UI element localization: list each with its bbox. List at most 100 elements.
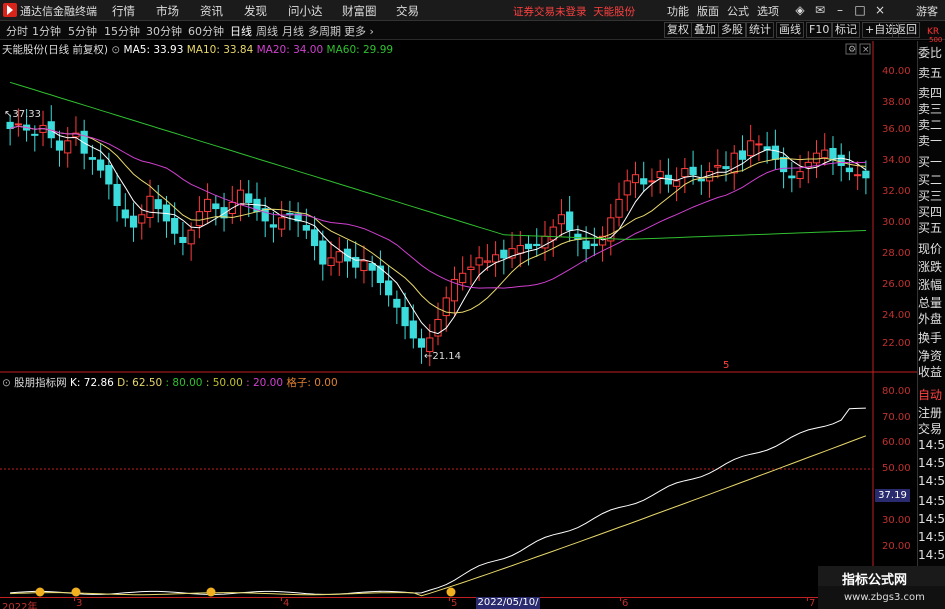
candle-body <box>821 149 829 159</box>
candle-body <box>673 180 681 187</box>
candle-body <box>862 170 870 179</box>
price-tick: 32.00 <box>882 186 911 197</box>
candle-body <box>302 225 310 231</box>
side-label-item: 卖五 <box>918 66 943 80</box>
candle-body <box>220 207 228 219</box>
candle-body <box>854 174 862 177</box>
candle-body <box>631 174 640 184</box>
candle-body <box>195 211 203 227</box>
side-label-item: 净资 <box>918 349 943 363</box>
candle-body <box>310 229 319 247</box>
grid-value: 格子: 0.00 <box>286 377 338 389</box>
candle-body <box>566 211 574 231</box>
event-marker[interactable]: 5 <box>723 360 729 371</box>
guest-label[interactable]: 游客 <box>916 3 938 19</box>
candle-body <box>236 189 245 206</box>
candle-body <box>64 140 72 154</box>
kline-chart[interactable]: ⚙ × <box>0 0 917 609</box>
candle-body <box>269 224 278 228</box>
side-label-item: 卖一 <box>918 134 943 148</box>
side-label-item: 买四 <box>918 205 943 219</box>
price-tick: 24.00 <box>882 310 911 321</box>
signal-dot <box>446 587 456 597</box>
candle-body <box>730 152 738 174</box>
candle-body <box>146 195 154 218</box>
side-label-item: 交易 <box>918 422 943 436</box>
candle-body <box>829 147 837 160</box>
price-tick: 34.00 <box>882 155 911 166</box>
candle-body <box>500 249 508 259</box>
side-label-item: 注册 <box>918 406 943 420</box>
candle-body <box>343 248 352 262</box>
side-label-item: 总量 <box>918 296 943 310</box>
signal-dot <box>35 587 45 597</box>
candle-body <box>533 243 541 247</box>
candle-body <box>335 251 343 263</box>
signal-dot <box>206 587 216 597</box>
date-month-5: 5 <box>451 598 458 609</box>
date-month-7: 7 <box>809 598 816 609</box>
k-line <box>10 407 866 595</box>
indicator-toggle-icon: ⊙ <box>2 377 11 389</box>
indicator-tick: 30.00 <box>882 515 911 526</box>
side-label-item: 委比 <box>918 46 943 60</box>
price-tick: 30.00 <box>882 217 911 228</box>
candle-body <box>615 198 623 218</box>
candle-body <box>467 266 475 271</box>
candle-body <box>401 307 409 327</box>
chart-info-line: 天能股份(日线 前复权) ⊙ MA5: 33.93 MA10: 33.84 MA… <box>2 42 393 57</box>
candle-body <box>154 199 162 210</box>
candle-body <box>796 171 804 180</box>
date-month-3: 3 <box>76 598 83 609</box>
candle-body <box>417 338 426 348</box>
candle-body <box>426 337 434 353</box>
candle-body <box>327 257 335 267</box>
side-label-item: 卖二 <box>918 118 943 132</box>
candle-body <box>582 240 590 250</box>
side-label-item: 收益 <box>918 365 943 379</box>
ma20-line <box>9 125 866 289</box>
side-label-item: 14:50 <box>918 456 945 470</box>
indicator-tick: 80.00 <box>882 386 911 397</box>
chart-controls[interactable]: ⚙ × <box>845 43 871 55</box>
candle-body <box>516 245 524 254</box>
ma10-value: MA10: 33.84 <box>186 44 254 56</box>
watermark-url: www.zbgs3.com <box>844 592 925 603</box>
signal-dot <box>71 587 81 597</box>
candle-body <box>129 215 138 228</box>
side-label-item: 换手 <box>918 331 943 345</box>
candle-body <box>459 272 467 284</box>
date-axis <box>0 597 873 609</box>
d-line <box>10 435 867 597</box>
candle-body <box>179 236 187 243</box>
indicator-lines <box>10 407 867 597</box>
stock-title: 天能股份(日线 前复权) <box>2 44 109 56</box>
candle-body <box>368 263 376 271</box>
candle-body <box>681 168 689 178</box>
date-month-4: 4 <box>283 598 290 609</box>
candle-body <box>80 130 88 154</box>
level-80: : 80.00 <box>165 377 203 389</box>
candle-body <box>557 214 566 225</box>
candle-body <box>475 257 483 266</box>
side-label-item: 现价 <box>918 242 943 256</box>
price-tick: 36.00 <box>882 124 911 135</box>
side-label-item: 卖四 <box>918 86 943 100</box>
candle-body <box>278 217 286 230</box>
candle-body <box>771 145 779 160</box>
ma-lines <box>9 81 867 335</box>
candle-body <box>187 229 195 245</box>
candle-body <box>319 240 327 265</box>
price-tick: 40.00 <box>882 66 911 77</box>
price-tick: 26.00 <box>882 279 911 290</box>
candle-body <box>845 167 854 173</box>
candle-body <box>623 180 631 196</box>
level-20: : 20.00 <box>246 377 284 389</box>
candle-body <box>113 183 121 207</box>
side-label-item: 买二 <box>918 173 943 187</box>
low-annotation: ←21.14 <box>424 351 462 362</box>
candle-body <box>212 203 220 210</box>
indicator-tick: 20.00 <box>882 541 911 552</box>
ma60-value: MA60: 29.99 <box>326 44 394 56</box>
cursor-date: 2022/05/10/二 <box>476 597 540 609</box>
